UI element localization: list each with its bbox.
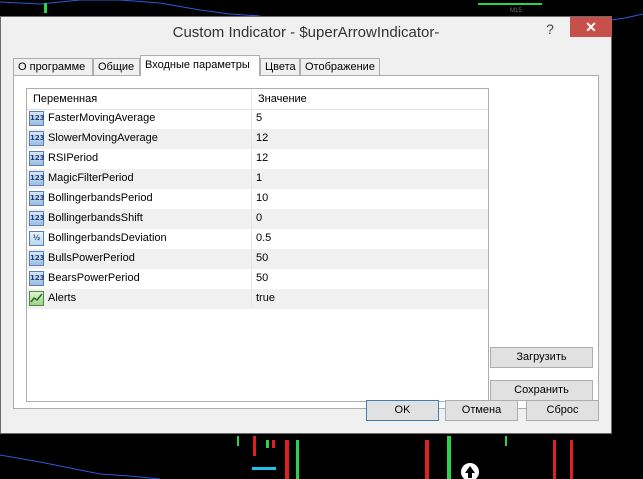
table-row[interactable]: 123 BullsPowerPeriod 50 — [27, 249, 488, 269]
parameter-value[interactable]: 0.5 — [256, 232, 271, 244]
tab-colors[interactable]: Цвета — [260, 58, 300, 75]
reset-button[interactable]: Сброс — [526, 400, 599, 421]
tab-display[interactable]: Отображение — [300, 58, 380, 75]
integer-type-icon: 123 — [29, 151, 45, 166]
title-bar: Custom Indicator - $uperArrowIndicator- … — [1, 17, 612, 48]
column-header-value[interactable]: Значение — [258, 93, 307, 105]
double-type-icon: ½ — [29, 231, 44, 246]
parameters-table: Переменная Значение 123 FasterMovingAver… — [26, 88, 489, 402]
cancel-button[interactable]: Отмена — [445, 400, 518, 421]
parameter-name: BearsPowerPeriod — [48, 272, 140, 284]
parameter-value[interactable]: true — [256, 292, 275, 304]
parameter-name: Alerts — [48, 292, 77, 304]
window-title: Custom Indicator - $uperArrowIndicator- — [172, 24, 440, 41]
tab-general[interactable]: Общие — [93, 58, 140, 75]
parameter-value[interactable]: 50 — [256, 272, 268, 284]
parameter-name: MagicFilterPeriod — [48, 172, 134, 184]
table-row[interactable]: 123 BollingerbandsShift 0 — [27, 209, 488, 229]
parameter-name: BollingerbandsShift — [48, 212, 143, 224]
parameter-value[interactable]: 10 — [256, 192, 268, 204]
parameter-name: BollingerbandsDeviation — [48, 232, 167, 244]
integer-type-icon: 123 — [29, 191, 45, 206]
parameter-value[interactable]: 50 — [256, 252, 268, 264]
custom-indicator-dialog: Custom Indicator - $uperArrowIndicator- … — [0, 16, 612, 434]
integer-type-icon: 123 — [29, 251, 45, 266]
table-row[interactable]: ½ BollingerbandsDeviation 0.5 — [27, 229, 488, 249]
table-row[interactable]: 123 SlowerMovingAverage 12 — [27, 129, 488, 149]
tab-about[interactable]: О программе — [13, 58, 93, 75]
parameter-name: SlowerMovingAverage — [48, 132, 158, 144]
parameter-name: BollingerbandsPeriod — [48, 192, 153, 204]
integer-type-icon: 123 — [29, 111, 45, 126]
save-button[interactable]: Сохранить — [490, 380, 593, 401]
parameter-name: FasterMovingAverage — [48, 112, 156, 124]
load-button[interactable]: Загрузить — [490, 347, 593, 368]
table-row[interactable]: Alerts true — [27, 289, 488, 309]
bool-type-icon — [29, 291, 44, 306]
column-header-variable[interactable]: Переменная — [33, 93, 97, 105]
table-row[interactable]: 123 BearsPowerPeriod 50 — [27, 269, 488, 289]
input-parameters-panel: Переменная Значение 123 FasterMovingAver… — [13, 75, 599, 409]
timeframe-label: M15 — [510, 8, 522, 14]
integer-type-icon: 123 — [29, 271, 45, 286]
parameter-value[interactable]: 0 — [256, 212, 262, 224]
close-button[interactable]: ✕ — [570, 17, 612, 37]
table-row[interactable]: 123 BollingerbandsPeriod 10 — [27, 189, 488, 209]
parameter-value[interactable]: 1 — [256, 172, 262, 184]
tab-input-parameters[interactable]: Входные параметры — [140, 55, 260, 76]
help-button[interactable]: ? — [540, 21, 560, 37]
table-row[interactable]: 123 MagicFilterPeriod 1 — [27, 169, 488, 189]
parameter-name: RSIPeriod — [48, 152, 99, 164]
parameter-name: BullsPowerPeriod — [48, 252, 135, 264]
parameter-value[interactable]: 12 — [256, 132, 268, 144]
table-header: Переменная Значение — [27, 89, 488, 110]
ok-button[interactable]: OK — [366, 400, 439, 421]
table-row[interactable]: 123 RSIPeriod 12 — [27, 149, 488, 169]
parameter-value[interactable]: 5 — [256, 112, 262, 124]
integer-type-icon: 123 — [29, 211, 45, 226]
integer-type-icon: 123 — [29, 131, 45, 146]
integer-type-icon: 123 — [29, 171, 45, 186]
parameter-value[interactable]: 12 — [256, 152, 268, 164]
table-row[interactable]: 123 FasterMovingAverage 5 — [27, 109, 488, 129]
